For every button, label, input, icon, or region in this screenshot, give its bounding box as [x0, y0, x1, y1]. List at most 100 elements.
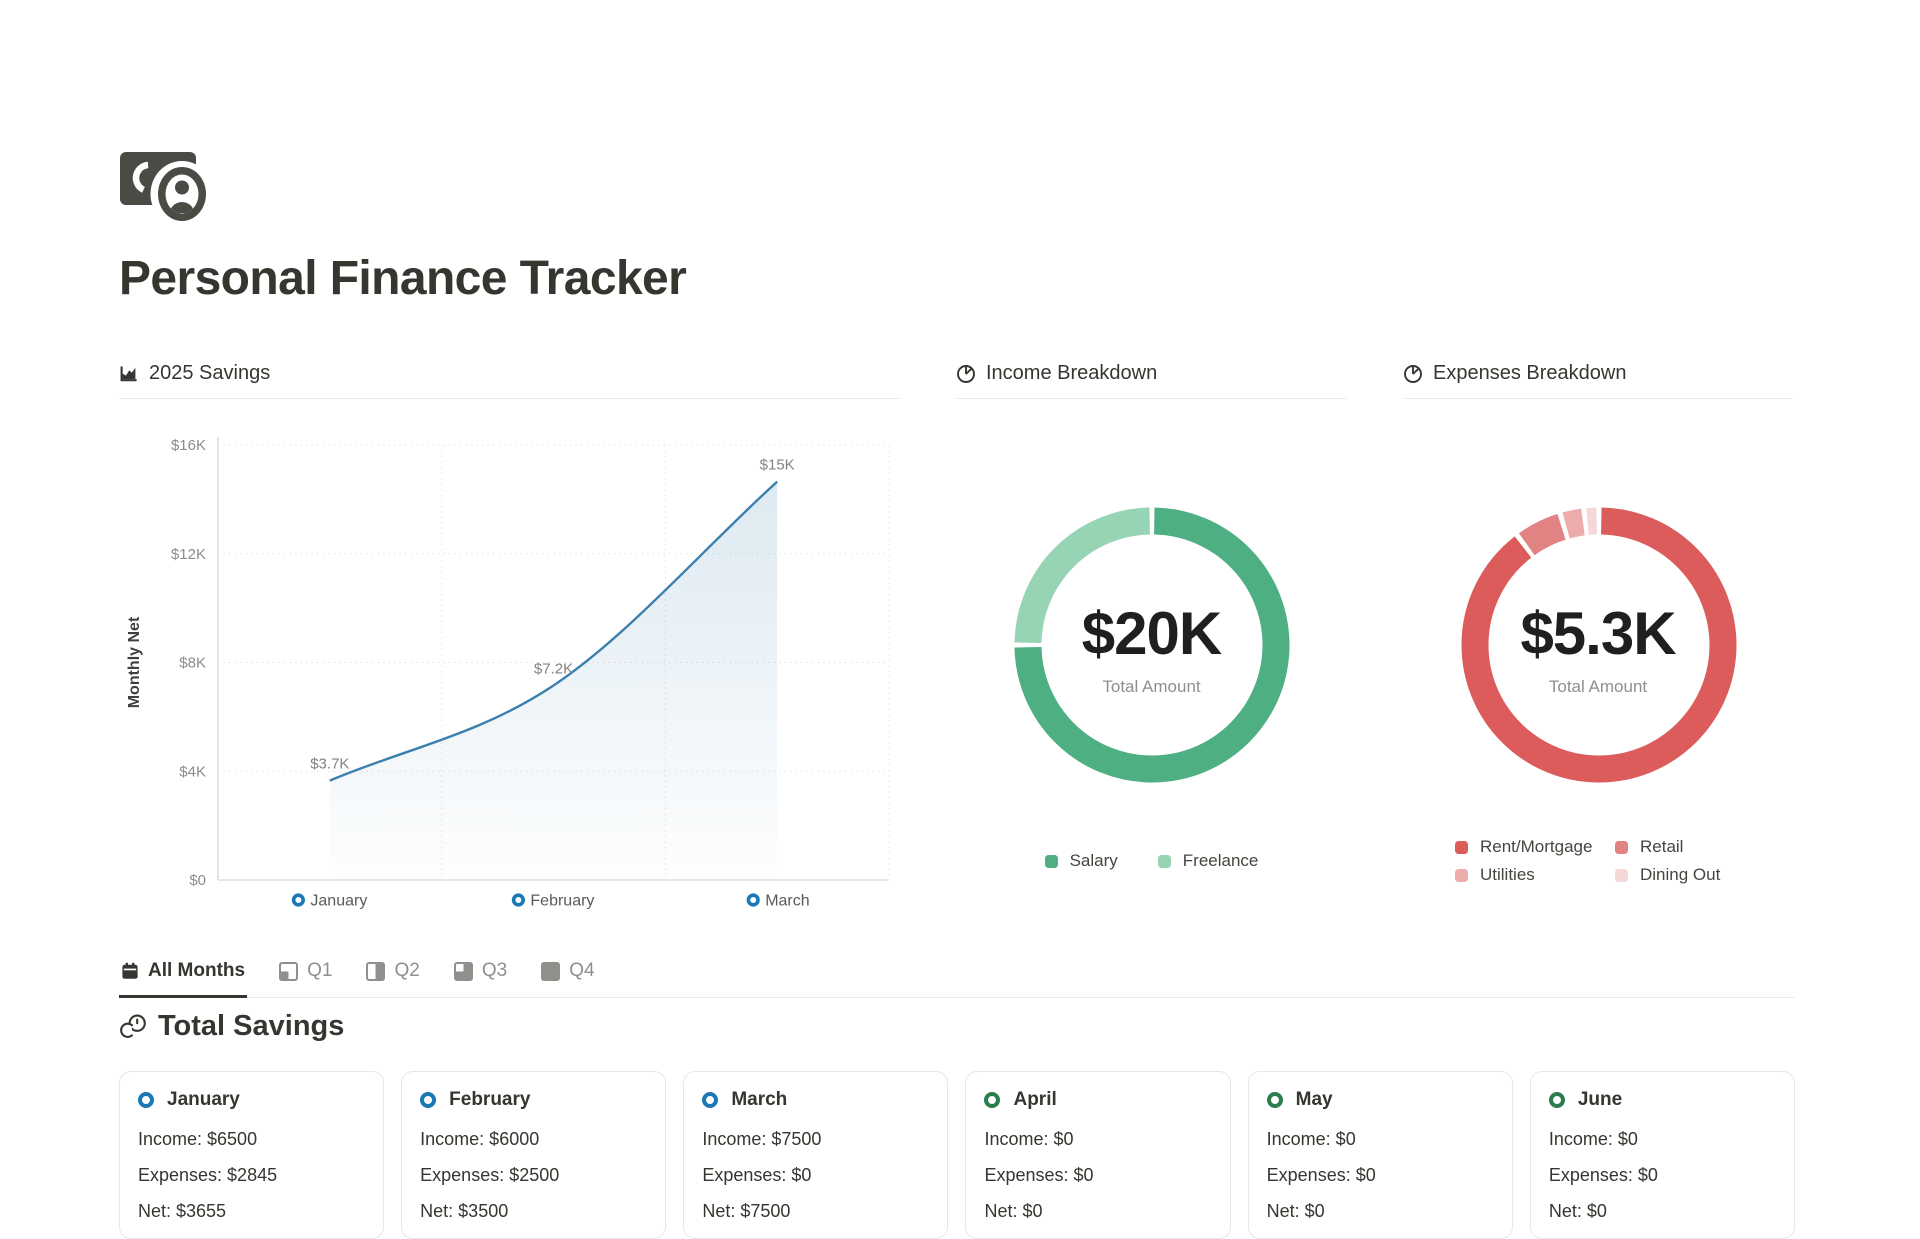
legend-item[interactable]: Retail — [1615, 837, 1793, 857]
month-card-title: April — [984, 1089, 1211, 1111]
pie-chart-icon — [956, 364, 976, 384]
month-card: March Income: $7500 Expenses: $0 Net: $7… — [683, 1071, 948, 1239]
svg-text:Monthly Net: Monthly Net — [126, 616, 143, 708]
month-expenses: Expenses: $0 — [702, 1165, 929, 1186]
legend-swatch — [1158, 855, 1171, 868]
month-dot-icon — [1549, 1092, 1565, 1108]
month-income: Income: $6000 — [420, 1129, 647, 1150]
legend-item[interactable]: Salary — [1045, 851, 1118, 871]
month-net: Net: $0 — [984, 1201, 1211, 1222]
month-income: Income: $0 — [1549, 1129, 1776, 1150]
svg-text:$7.2K: $7.2K — [534, 660, 573, 677]
month-card: February Income: $6000 Expenses: $2500 N… — [401, 1071, 666, 1239]
month-net: Net: $7500 — [702, 1201, 929, 1222]
legend-item[interactable]: Dining Out — [1615, 865, 1793, 885]
month-expenses: Expenses: $2500 — [420, 1165, 647, 1186]
page-content: Personal Finance Tracker 2025 Savings $0… — [119, 0, 1795, 1239]
month-card: January Income: $6500 Expenses: $2845 Ne… — [119, 1071, 384, 1239]
month-expenses: Expenses: $0 — [1267, 1165, 1494, 1186]
tab-q3[interactable]: Q3 — [452, 960, 509, 998]
legend-item[interactable]: Rent/Mortgage — [1455, 837, 1615, 857]
month-card: April Income: $0 Expenses: $0 Net: $0 — [965, 1071, 1230, 1239]
svg-text:March: March — [765, 893, 809, 910]
month-card: May Income: $0 Expenses: $0 Net: $0 — [1248, 1071, 1513, 1239]
tab-label: Q4 — [569, 960, 594, 982]
page-title: Personal Finance Tracker — [119, 251, 1795, 306]
svg-text:$16K: $16K — [171, 437, 206, 454]
month-name: May — [1296, 1089, 1333, 1111]
legend-label: Rent/Mortgage — [1480, 837, 1592, 857]
month-card-title: January — [138, 1089, 365, 1111]
month-name: March — [731, 1089, 787, 1111]
income-donut-chart — [956, 413, 1347, 833]
month-card-title: June — [1549, 1089, 1776, 1111]
income-panel-title: Income Breakdown — [986, 362, 1157, 385]
month-dot-icon — [1267, 1092, 1283, 1108]
income-legend: Salary Freelance — [956, 851, 1347, 871]
quarter-2-icon — [366, 962, 385, 981]
month-card: June Income: $0 Expenses: $0 Net: $0 — [1530, 1071, 1795, 1239]
savings-panel-header: 2025 Savings — [119, 362, 900, 399]
legend-swatch — [1455, 869, 1468, 882]
income-panel-header: Income Breakdown — [956, 362, 1347, 399]
month-card-title: February — [420, 1089, 647, 1111]
month-dot-icon — [138, 1092, 154, 1108]
legend-label: Salary — [1070, 851, 1118, 871]
month-income: Income: $7500 — [702, 1129, 929, 1150]
legend-label: Utilities — [1480, 865, 1535, 885]
expenses-legend: Rent/Mortgage Retail Utilities Dining Out — [1455, 837, 1793, 885]
month-name: February — [449, 1089, 530, 1111]
savings-line-chart: $0$4K$8K$12K$16K$3.7K$7.2K$15KMonthly Ne… — [119, 413, 900, 927]
month-name: April — [1013, 1089, 1056, 1111]
tab-q4[interactable]: Q4 — [539, 960, 596, 998]
month-dot-icon — [984, 1092, 1000, 1108]
quarter-1-icon — [279, 962, 298, 981]
month-card-title: May — [1267, 1089, 1494, 1111]
quarter-3-icon — [454, 962, 473, 981]
month-net: Net: $3655 — [138, 1201, 365, 1222]
month-income: Income: $6500 — [138, 1129, 365, 1150]
svg-text:$15K: $15K — [760, 457, 795, 474]
total-savings-heading: Total Savings — [119, 1010, 1795, 1043]
legend-label: Freelance — [1183, 851, 1259, 871]
svg-text:$4K: $4K — [179, 763, 206, 780]
svg-text:$12K: $12K — [171, 546, 206, 563]
savings-panel-title: 2025 Savings — [149, 362, 270, 385]
svg-text:$0: $0 — [189, 872, 206, 889]
pie-chart-icon — [1403, 364, 1423, 384]
income-panel: Income Breakdown $20K Total Amount Salar… — [956, 362, 1347, 928]
month-dot-icon — [420, 1092, 436, 1108]
x-legend-item[interactable]: February — [514, 893, 595, 910]
month-net: Net: $0 — [1549, 1201, 1776, 1222]
svg-text:$8K: $8K — [179, 655, 206, 672]
tab-all-months[interactable]: All Months — [119, 960, 247, 998]
legend-label: Dining Out — [1640, 865, 1720, 885]
legend-label: Retail — [1640, 837, 1683, 857]
x-legend-item[interactable]: March — [748, 893, 809, 910]
svg-text:January: January — [310, 893, 367, 910]
area-chart-icon — [119, 364, 139, 384]
tab-label: Q1 — [307, 960, 332, 982]
tab-q1[interactable]: Q1 — [277, 960, 334, 998]
tab-label: All Months — [148, 960, 245, 982]
month-cards: January Income: $6500 Expenses: $2845 Ne… — [119, 1071, 1795, 1239]
legend-swatch — [1455, 841, 1468, 854]
legend-swatch — [1045, 855, 1058, 868]
charts-row: 2025 Savings $0$4K$8K$12K$16K$3.7K$7.2K$… — [119, 362, 1795, 928]
svg-text:February: February — [530, 893, 594, 910]
coins-icon — [119, 1014, 147, 1040]
x-legend-item[interactable]: January — [294, 893, 368, 910]
income-donut-wrap: $20K Total Amount — [956, 413, 1347, 833]
expenses-panel-header: Expenses Breakdown — [1403, 362, 1793, 399]
month-name: June — [1578, 1089, 1622, 1111]
month-income: Income: $0 — [984, 1129, 1211, 1150]
expenses-panel-title: Expenses Breakdown — [1433, 362, 1626, 385]
tab-label: Q2 — [394, 960, 419, 982]
tab-q2[interactable]: Q2 — [364, 960, 421, 998]
period-tabs: All Months Q1 Q2 Q3 Q4 — [119, 960, 1795, 998]
legend-item[interactable]: Freelance — [1158, 851, 1259, 871]
legend-item[interactable]: Utilities — [1455, 865, 1615, 885]
expenses-donut-chart — [1403, 413, 1793, 833]
legend-swatch — [1615, 841, 1628, 854]
expenses-panel: Expenses Breakdown $5.3K Total Amount Re… — [1403, 362, 1793, 928]
